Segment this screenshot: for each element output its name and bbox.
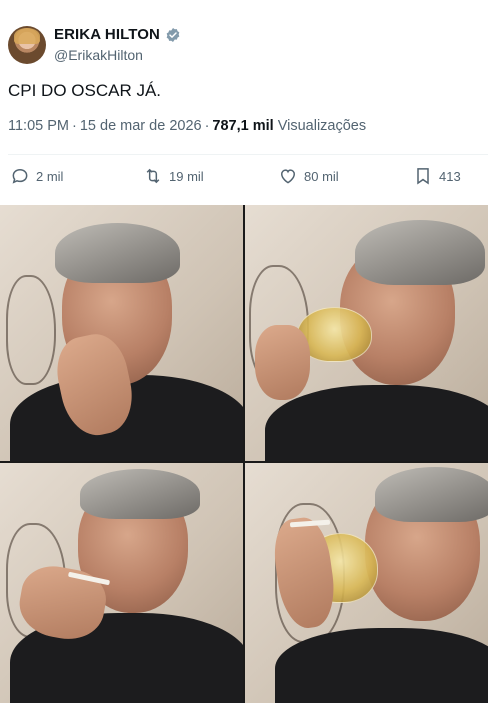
retweet-button[interactable]: 19 mil [143,166,204,186]
wall-art [6,275,56,385]
bookmark-count: 413 [439,168,461,184]
author-name-row: ERIKA HILTON [54,26,181,43]
hoodie [265,385,488,461]
retweet-arrows-icon [146,168,160,184]
hair [375,467,488,522]
views-count: 787,1 mil [212,118,274,134]
speech-bubble-icon [12,168,28,184]
media-photo-4[interactable] [245,463,488,703]
tweet-date[interactable]: 15 de mar de 2026 [80,118,202,134]
retweet-count: 19 mil [169,168,204,184]
bookmark-button[interactable]: 413 [413,166,461,186]
hand [255,325,310,400]
hoodie [275,628,488,703]
like-count: 80 mil [304,168,339,184]
hair [355,220,485,285]
reply-button[interactable]: 2 mil [10,166,63,186]
media-photo-3[interactable] [0,463,243,703]
like-button[interactable]: 80 mil [278,166,339,186]
media-photo-2[interactable] [245,205,488,461]
author-name[interactable]: ERIKA HILTON [54,26,160,43]
author-handle[interactable]: @ErikakHilton [54,47,143,63]
meta-separator: · [72,118,77,134]
tweet-time[interactable]: 11:05 PM [8,118,69,134]
media-photo-1[interactable] [0,205,243,461]
media-grid[interactable] [0,205,488,703]
tweet-header: ERIKA HILTON @ErikakHilton [0,0,488,70]
hair [80,469,200,519]
verified-badge-icon[interactable] [165,27,181,43]
bookmark-icon [417,168,429,185]
reply-count: 2 mil [36,168,64,184]
tweet-text: CPI DO OSCAR JÁ. [8,81,162,100]
heart-icon [280,169,296,184]
views-label: Visualizações [277,118,367,134]
avatar[interactable] [8,26,46,64]
hair [55,223,180,283]
tweet-meta: 11:05 PM · 15 de mar de 2026 · 787,1 mil Vis… [8,118,366,134]
action-bar: 2 mil 19 mil 80 mil 413 [0,166,488,194]
divider [8,154,488,155]
meta-separator: · [204,118,210,134]
